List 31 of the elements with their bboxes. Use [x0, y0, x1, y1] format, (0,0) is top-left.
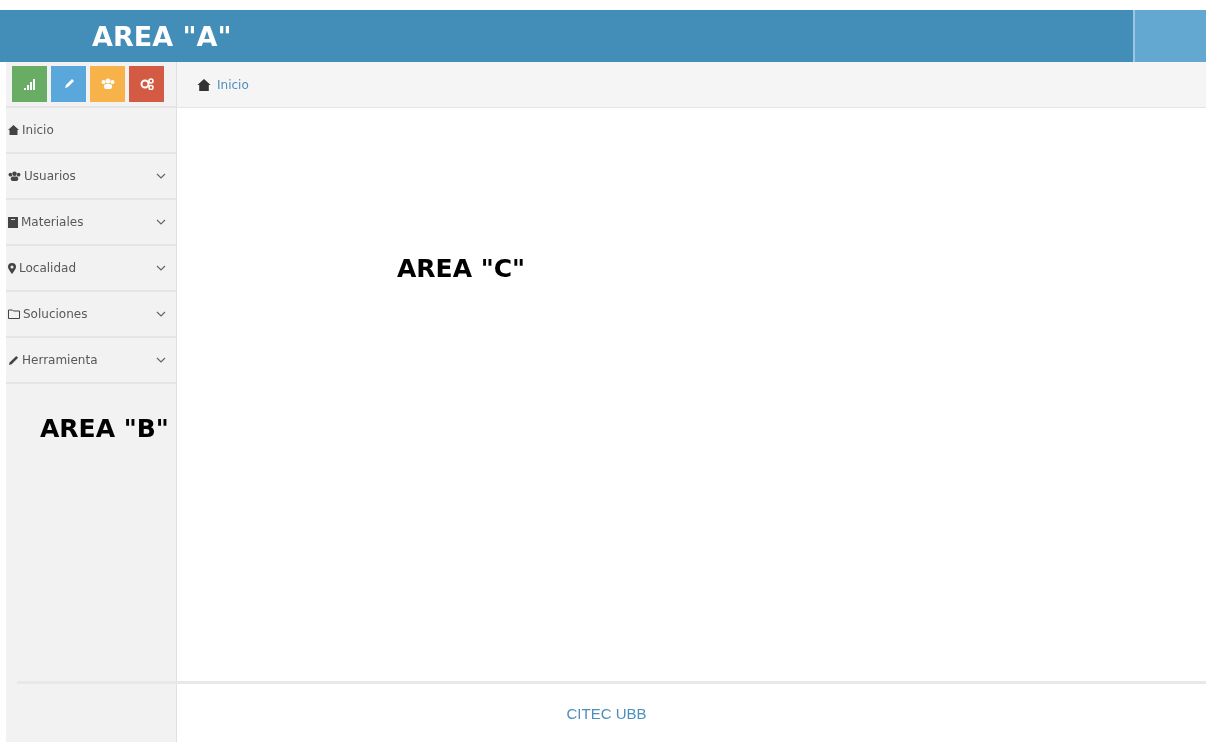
bar-chart-icon — [23, 78, 36, 90]
menu-item[interactable]: Localidad — [6, 246, 176, 292]
home-icon — [197, 78, 211, 91]
area-label: AREA "C" — [397, 254, 526, 283]
menu-item[interactable]: Materiales — [6, 200, 176, 246]
chevron-down-icon — [156, 219, 166, 225]
chevron-down-icon — [156, 311, 166, 317]
home-icon — [8, 125, 19, 135]
breadcrumb-link[interactable]: Inicio — [217, 77, 249, 92]
user-menu[interactable] — [1133, 10, 1206, 62]
gears-icon — [139, 78, 154, 90]
menu-item[interactable]: Usuarios — [6, 154, 176, 200]
chevron-down-icon — [156, 265, 166, 271]
users-icon — [100, 78, 115, 90]
pencil-icon — [8, 354, 19, 366]
users-icon — [8, 170, 21, 182]
footer-text: CITEC UBB — [566, 704, 647, 722]
menu-item[interactable]: Inicio — [6, 108, 176, 154]
chevron-down-icon — [156, 173, 166, 179]
chevron-down-icon — [156, 357, 166, 363]
pencil-icon — [62, 78, 75, 90]
map-pin-icon — [8, 262, 16, 274]
menu-item[interactable]: Herramienta — [6, 338, 176, 384]
area-label: AREA "A" — [92, 20, 232, 52]
folder-icon — [8, 309, 20, 319]
shortcut-button[interactable] — [51, 66, 86, 102]
shortcut-button[interactable] — [12, 66, 47, 102]
menu-item[interactable]: Soluciones — [6, 292, 176, 338]
shortcut-button[interactable] — [90, 66, 125, 102]
shortcut-button[interactable] — [129, 66, 164, 102]
area-label: AREA "B" — [40, 414, 170, 443]
